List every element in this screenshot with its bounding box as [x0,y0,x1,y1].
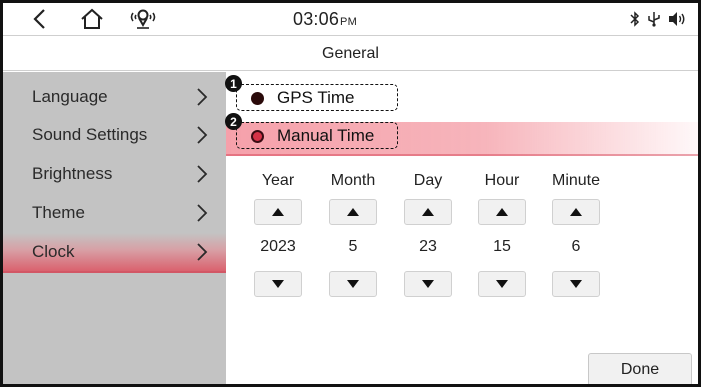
chevron-right-icon [196,124,208,151]
sidebar-item-sound-settings[interactable]: Sound Settings [3,116,226,154]
status-clock: 03:06PM [293,9,357,30]
triangle-down-icon [347,280,359,288]
sidebar-item-label: Language [32,87,108,106]
callout-badge-2: 2 [225,113,242,130]
chevron-right-icon [196,163,208,190]
bluetooth-icon [630,11,640,32]
triangle-up-icon [496,208,508,216]
day-increase-button[interactable] [404,199,452,225]
triangle-up-icon [570,208,582,216]
back-icon[interactable] [29,7,49,31]
month-value: 5 [348,238,358,255]
home-icon[interactable] [79,7,105,31]
triangle-up-icon [347,208,359,216]
settings-sidebar: Language Sound Settings Brightness Theme… [3,72,226,384]
day-decrease-button[interactable] [404,271,452,297]
gps-time-radio[interactable] [251,92,264,105]
chevron-right-icon [196,241,208,268]
navigation-icon[interactable] [123,7,163,31]
clock-settings-screen: 03:06PM General Language Sound Settings … [0,0,701,387]
triangle-down-icon [496,280,508,288]
hour-label: Hour [484,172,520,189]
page-title: General [3,37,698,71]
sidebar-item-clock[interactable]: Clock [3,233,226,273]
minute-decrease-button[interactable] [552,271,600,297]
manual-time-radio[interactable] [251,130,264,143]
minute-value: 6 [571,238,581,255]
usb-icon [648,11,660,32]
month-label: Month [330,172,376,189]
clock-panel: GPS Time 1 Manual Time 2 Year 2023 Month… [225,72,698,384]
manual-time-option[interactable]: Manual Time [236,122,398,149]
hour-value: 15 [493,238,511,255]
year-value: 2023 [260,238,296,255]
year-label: Year [261,172,295,189]
month-decrease-button[interactable] [329,271,377,297]
manual-time-label: Manual Time [277,125,375,145]
day-value: 23 [419,238,437,255]
triangle-up-icon [422,208,434,216]
clock-ampm: PM [340,16,357,28]
triangle-down-icon [422,280,434,288]
hour-increase-button[interactable] [478,199,526,225]
gps-time-option[interactable]: GPS Time [236,84,398,111]
done-button[interactable]: Done [588,353,692,384]
triangle-down-icon [570,280,582,288]
year-increase-button[interactable] [254,199,302,225]
gps-time-label: GPS Time [277,87,355,107]
sidebar-item-label: Clock [32,242,75,261]
clock-time: 03:06 [293,9,340,29]
chevron-right-icon [196,86,208,113]
month-increase-button[interactable] [329,199,377,225]
system-icons [630,11,686,32]
minute-label: Minute [551,172,601,189]
minute-increase-button[interactable] [552,199,600,225]
triangle-down-icon [272,280,284,288]
sidebar-item-label: Brightness [32,164,113,183]
sidebar-item-brightness[interactable]: Brightness [3,155,226,193]
year-decrease-button[interactable] [254,271,302,297]
status-bar: 03:06PM [3,3,698,36]
chevron-right-icon [196,202,208,229]
sidebar-item-label: Theme [32,203,85,222]
triangle-up-icon [272,208,284,216]
sidebar-item-label: Sound Settings [32,125,148,144]
sidebar-item-theme[interactable]: Theme [3,194,226,232]
day-label: Day [413,172,443,189]
volume-icon [668,11,686,32]
sidebar-item-language[interactable]: Language [3,78,226,116]
callout-badge-1: 1 [225,75,242,92]
hour-decrease-button[interactable] [478,271,526,297]
